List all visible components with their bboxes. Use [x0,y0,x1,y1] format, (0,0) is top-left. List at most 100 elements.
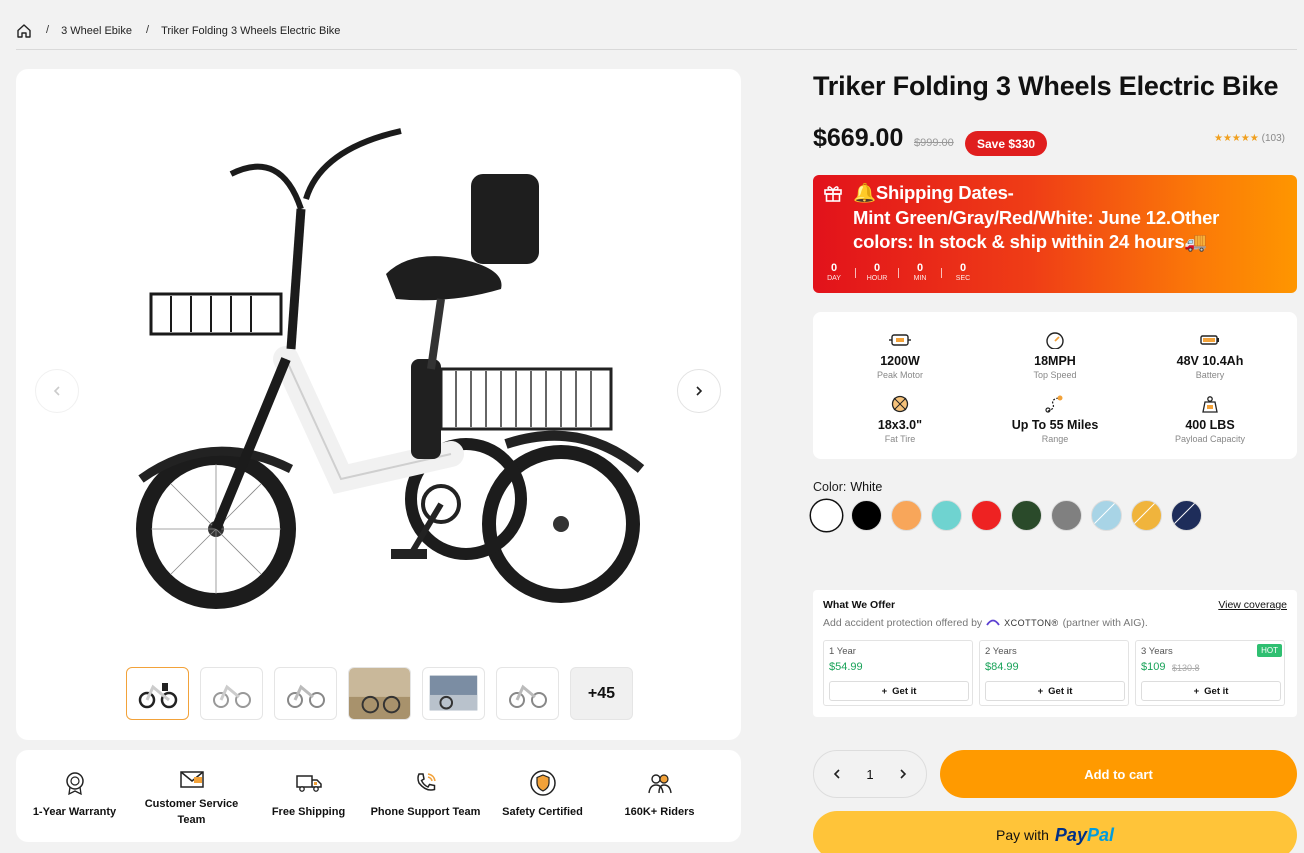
star-rating-icon: ★★★★★ [1214,133,1259,144]
plan-card[interactable]: 2 Years $84.99 + Get it [979,640,1129,706]
feature-riders: 160K+ Riders [601,750,718,842]
rating[interactable]: ★★★★★ (103) [1214,133,1285,144]
spec-range: Up To 55 Miles Range [978,394,1132,444]
feature-phone-support: Phone Support Team [367,750,484,842]
hot-badge: HOT [1257,644,1282,657]
spec-fat-tire: 18x3.0" Fat Tire [823,394,977,444]
countdown-minutes: 0 MIN [913,262,927,282]
product-image [136,128,645,609]
countdown-hours: 0 HOUR [866,262,888,282]
swatch-black[interactable] [851,500,882,531]
thumbnail-image [349,668,410,719]
swatch-red[interactable] [971,500,1002,531]
paypal-logo-icon: PayPal [1054,824,1114,845]
thumbnail[interactable] [496,667,559,720]
battery-icon [1133,330,1287,350]
plan-card[interactable]: 3 Years $109 $130.8 HOT + Get it [1135,640,1285,706]
review-count: (103) [1261,133,1285,144]
speedometer-icon [978,330,1132,350]
countdown-separator [855,268,856,278]
feature-customer-service: Customer Service Team [133,750,250,842]
plan-card[interactable]: 1 Year $54.99 + Get it [823,640,973,706]
feature-label: Phone Support Team [370,806,481,818]
breadcrumb-separator: / [46,24,50,36]
thumbnail[interactable] [126,667,189,720]
gallery-prev-button[interactable] [35,369,79,413]
countdown-seconds: 0 SEC [955,262,971,282]
gallery-next-button[interactable] [677,369,721,413]
feature-label: Free Shipping [271,806,346,818]
more-images-button[interactable]: +45 [570,667,633,720]
breadcrumb-link[interactable]: 3 Wheel Ebike [61,25,132,37]
thumbnail[interactable] [422,667,485,720]
feature-label: 1-Year Warranty [32,806,117,818]
protection-offer: What We Offer View coverage Add accident… [813,590,1297,717]
feature-label: Safety Certified [502,806,583,818]
thumbnail[interactable] [274,667,337,720]
thumbnail-strip: +45 [126,667,633,720]
selected-color: White [850,480,883,494]
breadcrumb: / 3 Wheel Ebike / Triker Folding 3 Wheel… [16,22,1297,50]
thumbnail-image [138,682,177,708]
swatch-yellow[interactable] [1131,500,1162,531]
tire-icon [823,394,977,414]
quantity-stepper: 1 [813,750,927,798]
swatch-mint-green[interactable] [931,500,962,531]
decrease-button[interactable] [828,766,846,782]
swatch-navy[interactable] [1171,500,1202,531]
chevron-right-icon [696,386,703,396]
feature-warranty: 1-Year Warranty [16,750,133,842]
quantity-value[interactable]: 1 [866,767,873,782]
countdown-days: 0 DAY [827,262,841,282]
xcotton-logo-icon [986,619,1000,626]
increase-button[interactable] [894,766,912,782]
swatch-white[interactable] [811,500,842,531]
feature-safety: Safety Certified [484,750,601,842]
phone-icon [413,770,439,796]
spec-battery: 48V 10.4Ah Battery [1133,330,1287,380]
thumbnail[interactable] [200,667,263,720]
color-swatches [811,500,1202,531]
product-price: $669.00 [813,124,904,152]
feature-free-shipping: Free Shipping [250,750,367,842]
gift-icon [824,186,842,202]
swatch-gray[interactable] [1051,500,1082,531]
warranty-badge-icon [62,770,88,796]
shipping-banner: 🔔Shipping Dates- Mint Green/Gray/Red/Whi… [813,175,1297,293]
thumbnail-image [212,684,251,708]
chevron-right-icon [900,769,907,779]
get-it-button[interactable]: + Get it [1141,681,1281,701]
get-it-button[interactable]: + Get it [985,681,1125,701]
paypal-button[interactable]: Pay with PayPal [813,811,1297,853]
feature-label: 160K+ Riders [624,806,695,818]
add-to-cart-button[interactable]: Add to cart [940,750,1297,798]
spec-top-speed: 18MPH Top Speed [978,330,1132,380]
offer-subtitle: Add accident protection offered by XCOTT… [823,617,1148,629]
spec-payload: 400 LBS Payload Capacity [1133,394,1287,444]
view-coverage-link[interactable]: View coverage [1218,599,1287,611]
thumbnail-image [429,675,478,711]
get-it-button[interactable]: + Get it [829,681,969,701]
features-bar: 1-Year Warranty Customer Service Team Fr… [16,750,741,842]
swatch-dark-green[interactable] [1011,500,1042,531]
plan-old-price: $130.8 [1172,663,1200,673]
offer-heading: What We Offer [823,599,896,611]
swatch-light-blue[interactable] [1091,500,1122,531]
countdown-separator [941,268,942,278]
chevron-left-icon [53,386,60,396]
product-title: Triker Folding 3 Wheels Electric Bike [813,71,1279,101]
home-icon[interactable] [16,23,32,39]
product-gallery: +45 [16,69,741,740]
save-badge: Save $330 [965,131,1048,156]
spec-grid: 1200W Peak Motor 18MPH Top Speed 48V 10.4A… [813,312,1297,459]
breadcrumb-current: Triker Folding 3 Wheels Electric Bike [161,25,341,37]
breadcrumb-separator: / [146,24,150,36]
shipping-message: 🔔Shipping Dates- Mint Green/Gray/Red/Whi… [853,182,1220,252]
swatch-orange[interactable] [891,500,922,531]
route-icon [978,394,1132,414]
shield-icon [529,770,556,796]
motor-icon [823,330,977,350]
thumbnail[interactable] [348,667,411,720]
countdown-separator [898,268,899,278]
pay-with-label: Pay with [996,827,1049,843]
